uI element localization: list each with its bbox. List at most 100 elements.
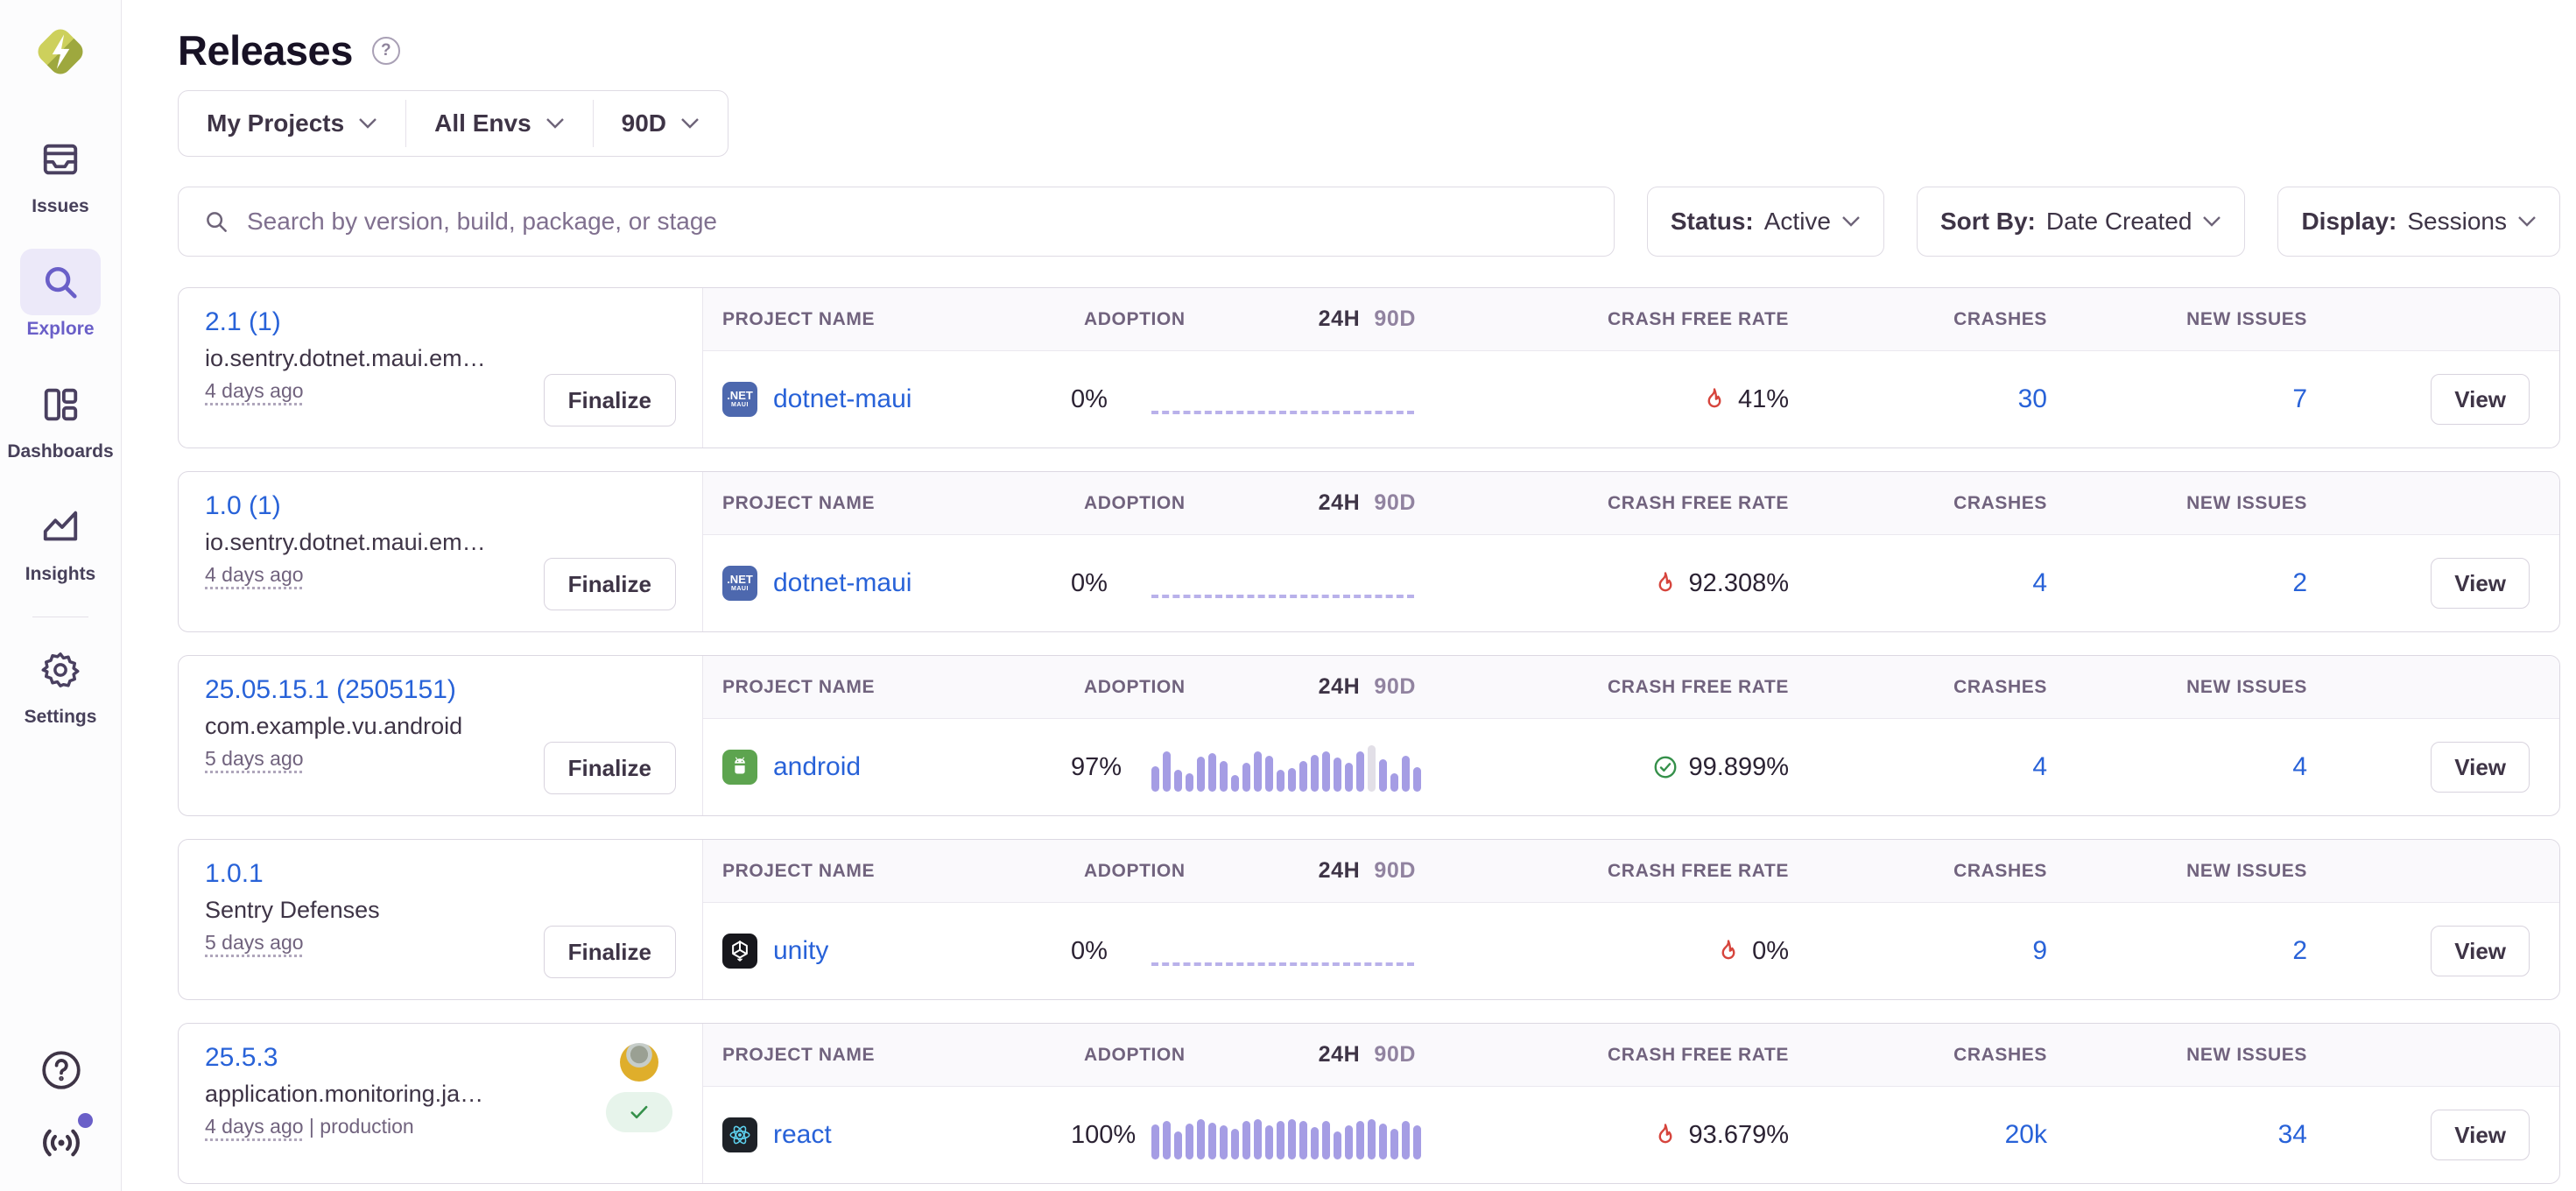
release-meta-panel: 1.0 (1) io.sentry.dotnet.maui.em… 4 days… <box>179 472 703 631</box>
table-header-row: PROJECT NAME ADOPTION 24H 90D CRASH FREE… <box>703 472 2559 535</box>
col-header-adoption: ADOPTION <box>1084 677 1186 698</box>
sidebar-nav: Issues Explore Dashboards Insights <box>0 126 121 759</box>
new-issues-count-link[interactable]: 2 <box>2292 568 2307 598</box>
release-package: application.monitoring.ja… <box>205 1081 573 1108</box>
project-row: unity 0% 0% 9 2 <box>703 903 2559 999</box>
adoption-24h-toggle[interactable]: 24H <box>1319 858 1361 884</box>
sidebar-item-dashboards[interactable]: Dashboards <box>7 371 113 462</box>
display-dropdown[interactable]: Display: Sessions <box>2277 187 2560 257</box>
crash-free-rate-value: 92.308% <box>1689 569 1790 598</box>
react-icon <box>722 1117 757 1152</box>
release-environment: | production <box>304 1115 414 1138</box>
view-button[interactable]: View <box>2431 742 2530 793</box>
sidebar-item-explore[interactable]: Explore <box>20 249 101 340</box>
view-button[interactable]: View <box>2431 926 2530 976</box>
date-range-dropdown[interactable]: 90D <box>594 91 728 156</box>
release-version-link[interactable]: 25.05.15.1 (2505151) <box>205 675 456 705</box>
project-row: .NETMAUI dotnet-maui 0% <box>703 535 2559 631</box>
new-issues-count-link[interactable]: 4 <box>2292 752 2307 782</box>
view-button[interactable]: View <box>2431 558 2530 609</box>
sidebar-item-insights[interactable]: Insights <box>20 494 101 585</box>
crashes-count-link[interactable]: 9 <box>2032 936 2047 966</box>
col-header-project-name: PROJECT NAME <box>703 677 1071 698</box>
adoption-90d-toggle[interactable]: 90D <box>1374 307 1416 332</box>
adoption-24h-toggle[interactable]: 24H <box>1319 307 1361 332</box>
release-projects-table: PROJECT NAME ADOPTION 24H 90D CRASH FREE… <box>703 840 2559 999</box>
project-filter-dropdown[interactable]: My Projects <box>179 91 405 156</box>
sidebar-item-settings[interactable]: Settings <box>20 637 101 728</box>
project-link[interactable]: unity <box>773 936 828 966</box>
new-issues-count-link[interactable]: 7 <box>2292 384 2307 414</box>
release-version-link[interactable]: 25.5.3 <box>205 1043 278 1073</box>
crashes-count-link[interactable]: 4 <box>2032 752 2047 782</box>
unity-icon <box>722 934 757 969</box>
new-issues-count-link[interactable]: 2 <box>2292 936 2307 966</box>
adoption-empty-dashline <box>1151 962 1414 966</box>
help-button[interactable] <box>0 1047 122 1093</box>
view-button[interactable]: View <box>2431 374 2530 425</box>
crash-free-rate-value: 93.679% <box>1689 1121 1790 1150</box>
adoption-24h-toggle[interactable]: 24H <box>1319 1042 1361 1068</box>
adoption-percent: 0% <box>1071 569 1151 598</box>
crashes-count-link[interactable]: 4 <box>2032 568 2047 598</box>
new-issues-count-link[interactable]: 34 <box>2278 1120 2307 1150</box>
release-version-link[interactable]: 2.1 (1) <box>205 307 281 337</box>
finalize-button[interactable]: Finalize <box>544 374 676 426</box>
finalize-button[interactable]: Finalize <box>544 742 676 794</box>
col-header-project-name: PROJECT NAME <box>703 861 1071 882</box>
col-header-new-issues: NEW ISSUES <box>2047 309 2307 330</box>
status-dropdown[interactable]: Status: Active <box>1647 187 1884 257</box>
project-link[interactable]: react <box>773 1120 832 1150</box>
col-header-new-issues: NEW ISSUES <box>2047 677 2307 698</box>
project-row: android 97% 99.899% 4 <box>703 719 2559 815</box>
project-row: .NETMAUI dotnet-maui 0% <box>703 351 2559 448</box>
col-header-project-name: PROJECT NAME <box>703 309 1071 330</box>
release-card: 1.0.1 Sentry Defenses 5 days ago Finaliz… <box>178 839 2560 1000</box>
dashboards-icon <box>40 384 81 425</box>
project-link[interactable]: android <box>773 752 861 782</box>
crash-free-rate-value: 0% <box>1752 937 1789 966</box>
finalize-button[interactable]: Finalize <box>544 558 676 610</box>
sort-by-dropdown[interactable]: Sort By: Date Created <box>1917 187 2245 257</box>
adoption-24h-toggle[interactable]: 24H <box>1319 490 1361 516</box>
adoption-90d-toggle[interactable]: 90D <box>1374 674 1416 700</box>
whats-new-button[interactable] <box>0 1120 122 1166</box>
col-header-crashes: CRASHES <box>1789 309 2047 330</box>
col-header-adoption: ADOPTION <box>1084 1045 1186 1066</box>
release-card: 25.05.15.1 (2505151) com.example.vu.andr… <box>178 655 2560 816</box>
chevron-down-icon <box>680 117 700 130</box>
check-icon <box>627 1100 651 1124</box>
adoption-90d-toggle[interactable]: 90D <box>1374 1042 1416 1068</box>
sentry-logo[interactable] <box>32 23 89 81</box>
page-help-icon[interactable]: ? <box>372 37 400 65</box>
release-created-time: 4 days ago <box>205 379 304 402</box>
adoption-90d-toggle[interactable]: 90D <box>1374 490 1416 516</box>
release-projects-table: PROJECT NAME ADOPTION 24H 90D CRASH FREE… <box>703 656 2559 815</box>
environment-filter-dropdown[interactable]: All Envs <box>406 91 592 156</box>
chevron-down-icon <box>358 117 377 130</box>
fire-icon <box>1652 570 1679 596</box>
search-input[interactable] <box>247 208 1589 236</box>
release-projects-table: PROJECT NAME ADOPTION 24H 90D CRASH FREE… <box>703 1024 2559 1183</box>
chevron-down-icon <box>2517 215 2537 228</box>
release-version-link[interactable]: 1.0 (1) <box>205 491 281 521</box>
view-button[interactable]: View <box>2431 1110 2530 1160</box>
android-icon <box>722 750 757 785</box>
col-header-adoption: ADOPTION <box>1084 309 1186 330</box>
adoption-sparkline <box>1151 743 1432 792</box>
finalize-button[interactable]: Finalize <box>544 926 676 978</box>
release-card: 2.1 (1) io.sentry.dotnet.maui.em… 4 days… <box>178 287 2560 448</box>
project-link[interactable]: dotnet-maui <box>773 568 911 598</box>
col-header-adoption: ADOPTION <box>1084 861 1186 882</box>
crashes-count-link[interactable]: 20k <box>2005 1120 2047 1150</box>
crashes-count-link[interactable]: 30 <box>2018 384 2047 414</box>
sidebar-item-issues[interactable]: Issues <box>20 126 101 217</box>
release-version-link[interactable]: 1.0.1 <box>205 859 264 889</box>
adoption-percent: 0% <box>1071 385 1151 414</box>
adoption-percent: 0% <box>1071 937 1151 966</box>
sidebar: Issues Explore Dashboards Insights <box>0 0 122 1191</box>
adoption-24h-toggle[interactable]: 24H <box>1319 674 1361 700</box>
adoption-90d-toggle[interactable]: 90D <box>1374 858 1416 884</box>
table-header-row: PROJECT NAME ADOPTION 24H 90D CRASH FREE… <box>703 288 2559 351</box>
project-link[interactable]: dotnet-maui <box>773 384 911 414</box>
